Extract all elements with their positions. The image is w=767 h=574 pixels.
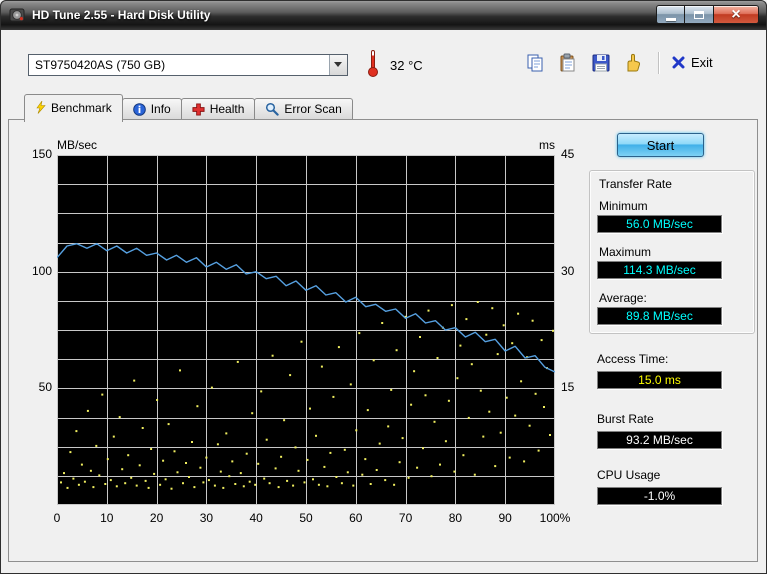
save-button[interactable]	[590, 52, 612, 74]
tab-error-scan[interactable]: Error Scan	[254, 98, 353, 119]
left-axis-title: MB/sec	[57, 138, 98, 152]
temperature-value: 32 °C	[390, 58, 423, 73]
transfer-rate-title: Transfer Rate	[599, 177, 672, 191]
options-icon	[627, 53, 641, 72]
save-icon	[592, 54, 610, 72]
health-icon	[192, 102, 205, 116]
access-time-value: 15.0 ms	[597, 371, 722, 389]
exit-icon	[672, 56, 685, 69]
tab-benchmark[interactable]: Benchmark	[24, 94, 123, 122]
minimum-label: Minimum	[599, 199, 648, 213]
tab-health[interactable]: Health	[180, 98, 256, 119]
toolbar-separator	[658, 52, 659, 74]
tab-info[interactable]: Info	[121, 98, 182, 119]
app-icon	[9, 7, 25, 23]
exit-label: Exit	[691, 55, 713, 70]
window-title: HD Tune 2.55 - Hard Disk Utility	[32, 8, 211, 22]
grid-lines	[57, 155, 555, 505]
tab-label: Info	[150, 102, 171, 116]
cpu-usage-label: CPU Usage	[597, 468, 661, 482]
tab-label: Error Scan	[284, 102, 342, 116]
minimize-icon	[665, 17, 676, 21]
error-scan-icon	[266, 102, 280, 116]
exit-button[interactable]: Exit	[672, 55, 713, 70]
cpu-usage-value: -1.0%	[597, 487, 722, 505]
close-icon: ×	[731, 5, 741, 23]
chevron-down-icon[interactable]	[329, 55, 347, 75]
maximum-label: Maximum	[599, 245, 652, 259]
burst-rate-label: Burst Rate	[597, 412, 654, 426]
window-controls: ×	[656, 5, 759, 24]
burst-rate-value: 93.2 MB/sec	[597, 431, 722, 449]
tab-bar: Benchmark Info Health Error Scan	[24, 94, 353, 122]
average-label: Average:	[599, 291, 647, 305]
tab-label: Health	[209, 102, 245, 116]
copy-image-icon	[527, 54, 543, 72]
benchmark-chart-svg	[57, 155, 555, 505]
info-icon	[132, 102, 146, 116]
start-button[interactable]: Start	[617, 133, 704, 157]
right-axis-title: ms	[539, 138, 555, 152]
access-time-label: Access Time:	[597, 352, 669, 366]
drive-select-value: ST9750420AS (750 GB)	[35, 58, 166, 72]
copy-image-button[interactable]	[524, 52, 546, 74]
average-value: 89.8 MB/sec	[597, 307, 722, 325]
thermometer-icon	[368, 50, 379, 77]
maximum-value: 114.3 MB/sec	[597, 261, 722, 279]
copy-text-icon	[560, 53, 575, 72]
options-button[interactable]	[622, 52, 644, 74]
start-button-label: Start	[646, 137, 675, 153]
benchmark-chart	[57, 155, 555, 505]
drive-select[interactable]: ST9750420AS (750 GB)	[28, 54, 348, 76]
minimum-value: 56.0 MB/sec	[597, 215, 722, 233]
close-button[interactable]: ×	[714, 5, 759, 24]
maximize-icon	[694, 10, 704, 19]
benchmark-icon	[36, 101, 46, 114]
titlebar[interactable]: HD Tune 2.55 - Hard Disk Utility	[0, 0, 767, 30]
copy-text-button[interactable]	[557, 52, 579, 74]
maximize-button[interactable]	[685, 5, 714, 24]
minimize-button[interactable]	[656, 5, 685, 24]
tab-label: Benchmark	[51, 100, 112, 115]
